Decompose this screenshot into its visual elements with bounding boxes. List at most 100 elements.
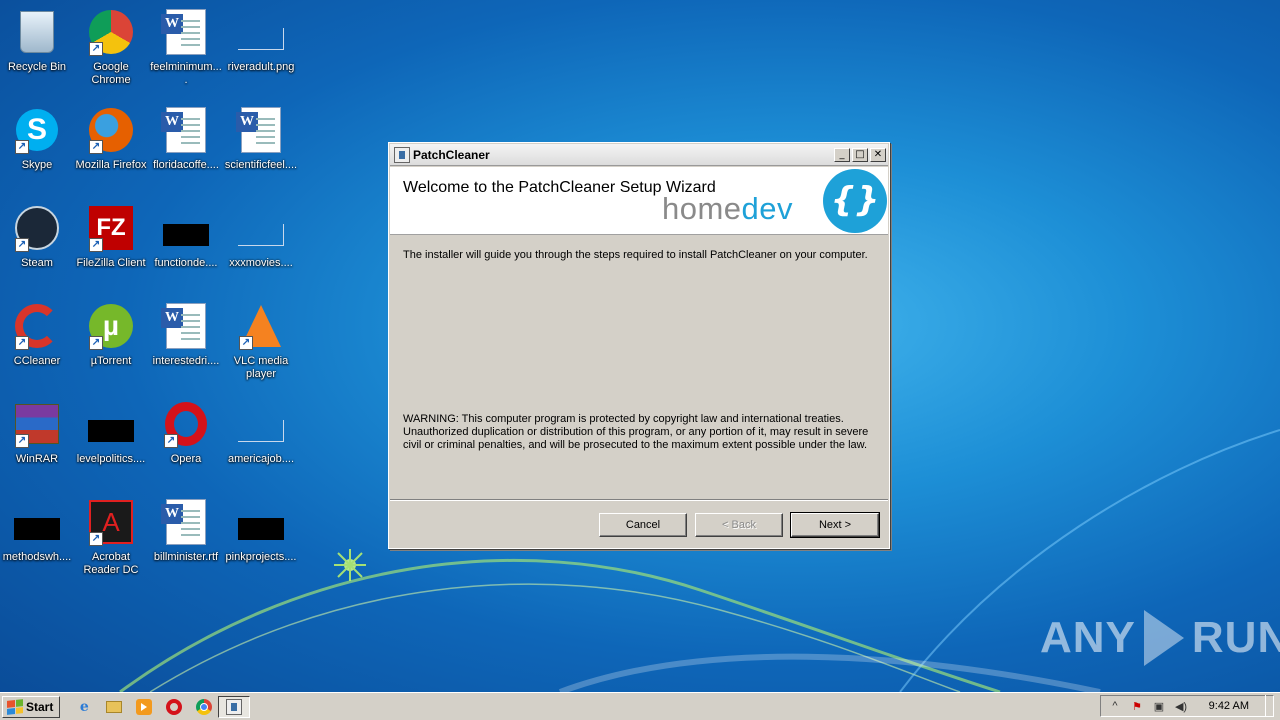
cancel-button[interactable]: Cancel [599, 513, 687, 537]
desktop-icon-label: billminister.rtf [153, 551, 219, 563]
desktop-icon-label: functionde.... [154, 257, 218, 269]
desktop-icon-label: Acrobat Reader DC [83, 551, 139, 576]
homedev-logo-mark: {} [823, 169, 887, 233]
chrome-taskbar-icon[interactable] [194, 697, 214, 717]
black-file-icon [87, 400, 135, 448]
steam-icon: ↗ [13, 204, 61, 252]
shortcut-arrow-icon: ↗ [89, 140, 103, 154]
clock[interactable]: 9:42 AM [1209, 700, 1249, 712]
desktop-icon-label: levelpolitics.... [76, 453, 146, 465]
network-icon[interactable]: ▣ [1151, 698, 1167, 714]
desktop-icon[interactable]: Recycle Bin [0, 4, 74, 96]
desktop-icon[interactable]: riveradult.png [224, 4, 298, 96]
shortcut-arrow-icon: ↗ [15, 434, 29, 448]
image-file-icon [237, 400, 285, 448]
installer-taskbar-icon [226, 698, 243, 715]
desktop-icon[interactable]: methodswh.... [0, 494, 74, 586]
tray-expand-icon[interactable]: ^ [1107, 698, 1123, 714]
shortcut-arrow-icon: ↗ [89, 336, 103, 350]
taskbar-item-patchcleaner[interactable] [218, 695, 251, 718]
black-file-icon [13, 498, 61, 546]
desktop-icon-label: Skype [21, 159, 53, 171]
desktop-icon[interactable]: americajob.... [224, 396, 298, 488]
desktop-icon-label: pinkprojects.... [225, 551, 297, 563]
anyrun-watermark: ANY RUN [1040, 610, 1280, 666]
action-center-flag-icon[interactable]: ⚑ [1129, 698, 1145, 714]
desktop-icon-label: scientificfeel.... [224, 159, 298, 171]
internet-explorer-icon[interactable]: e [74, 697, 94, 717]
desktop-icon-label: Google Chrome [91, 61, 131, 86]
desktop-icon[interactable]: S ↗ Skype [0, 102, 74, 194]
desktop-icon[interactable]: Wfeelminimum.... [149, 4, 223, 96]
start-button[interactable]: Start [2, 695, 61, 718]
filezilla-icon: FZ ↗ [87, 204, 135, 252]
acrobat-icon: A ↗ [87, 498, 135, 546]
desktop-icon[interactable]: Wfloridacoffe.... [149, 102, 223, 194]
desktop-icon[interactable]: ↗ Opera [149, 396, 223, 488]
desktop-icon-label: americajob.... [227, 453, 295, 465]
start-label: Start [26, 699, 54, 714]
black-file-icon [162, 204, 210, 252]
close-button[interactable]: ✕ [870, 147, 886, 162]
minimize-button[interactable]: _ [834, 147, 850, 162]
desktop-icon[interactable]: ↗ WinRAR [0, 396, 74, 488]
taskbar: Start e ^ ⚑ ▣ ◀) 9:42 AM [0, 692, 1280, 720]
media-player-icon[interactable] [134, 697, 154, 717]
desktop-icon-label: interestedri.... [152, 355, 220, 367]
desktop-icon[interactable]: levelpolitics.... [74, 396, 148, 488]
shortcut-arrow-icon: ↗ [15, 336, 29, 350]
word-doc-icon: W [236, 106, 285, 154]
word-doc-icon: W [161, 498, 210, 546]
shortcut-arrow-icon: ↗ [89, 42, 103, 56]
desktop-icon-label: WinRAR [15, 453, 59, 465]
desktop-icon[interactable]: ↗ Google Chrome [74, 4, 148, 96]
desktop-icon-label: feelminimum.... [150, 61, 222, 86]
shortcut-arrow-icon: ↗ [89, 238, 103, 252]
desktop-icon-label: Opera [170, 453, 202, 465]
logo-home-text: home [662, 191, 742, 226]
desktop-icon[interactable]: A ↗ Acrobat Reader DC [74, 494, 148, 586]
play-logo-icon [1143, 610, 1184, 666]
desktop-icon[interactable]: Wscientificfeel.... [224, 102, 298, 194]
desktop-icon-label: Steam [21, 257, 53, 269]
explorer-folder-icon[interactable] [104, 697, 124, 717]
desktop-icon[interactable]: pinkprojects.... [224, 494, 298, 586]
intro-text: The installer will guide you through the… [403, 249, 868, 261]
desktop-icon[interactable]: ↗ Mozilla Firefox [74, 102, 148, 194]
desktop-icon-label: FileZilla Client [76, 257, 146, 269]
maximize-button[interactable]: □ [852, 147, 868, 162]
desktop-icon[interactable]: FZ ↗ FileZilla Client [74, 200, 148, 292]
desktop-icon[interactable]: Winterestedri.... [149, 298, 223, 390]
desktop-icon-label: floridacoffe.... [153, 159, 219, 171]
desktop-icon-label: CCleaner [13, 355, 61, 367]
desktop-icon-label: Mozilla Firefox [75, 159, 147, 171]
desktop-icon[interactable]: functionde.... [149, 200, 223, 292]
desktop-icon[interactable]: Wbillminister.rtf [149, 494, 223, 586]
setup-wizard-window: PatchCleaner _ □ ✕ Welcome to the PatchC… [388, 142, 890, 549]
shortcut-arrow-icon: ↗ [89, 532, 103, 546]
homedev-logo-text: homedev [662, 191, 793, 227]
copyright-warning-text: WARNING: This computer program is protec… [403, 413, 869, 451]
back-button[interactable]: < Back [695, 513, 783, 537]
desktop-icon[interactable]: µ ↗ µTorrent [74, 298, 148, 390]
opera-icon: ↗ [162, 400, 210, 448]
image-file-icon [237, 204, 285, 252]
opera-taskbar-icon[interactable] [164, 697, 184, 717]
desktop-icon[interactable]: ↗ Steam [0, 200, 74, 292]
desktop-icon-label: VLC media player [233, 355, 289, 380]
desktop-icon[interactable]: ↗ VLC media player [224, 298, 298, 390]
shortcut-arrow-icon: ↗ [164, 434, 178, 448]
next-button[interactable]: Next > [790, 512, 880, 538]
title-bar[interactable]: PatchCleaner _ □ ✕ [390, 144, 888, 166]
recycle-bin-icon [13, 8, 61, 56]
utorrent-icon: µ ↗ [87, 302, 135, 350]
image-file-icon [237, 8, 285, 56]
volume-icon[interactable]: ◀) [1173, 698, 1189, 714]
firefox-icon: ↗ [87, 106, 135, 154]
desktop-icon[interactable]: ↗ CCleaner [0, 298, 74, 390]
vlc-icon: ↗ [237, 302, 285, 350]
desktop-icon[interactable]: xxxmovies.... [224, 200, 298, 292]
logo-dev-text: dev [741, 191, 794, 226]
show-desktop-button[interactable] [1265, 695, 1273, 717]
winrar-icon: ↗ [13, 400, 61, 448]
